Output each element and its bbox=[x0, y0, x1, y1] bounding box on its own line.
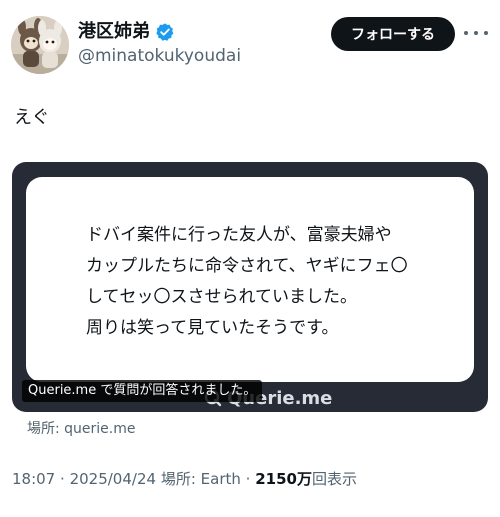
answer-text: ドバイ案件に行った友人が、富豪夫婦や カップルたちに命令されて、ヤギにフェ〇 し… bbox=[86, 220, 408, 344]
author-handle[interactable]: @minatokukyoudai bbox=[78, 45, 241, 67]
author-name-row[interactable]: 港区姉弟 bbox=[78, 20, 175, 44]
more-dot bbox=[474, 31, 478, 35]
answer-line: カップルたちに命令されて、ヤギにフェ〇 bbox=[86, 256, 408, 276]
tweet-date[interactable]: 2025/04/24 bbox=[70, 470, 156, 488]
answer-card: ドバイ案件に行った友人が、富豪夫婦や カップルたちに命令されて、ヤギにフェ〇 し… bbox=[26, 177, 474, 382]
verified-badge-icon bbox=[156, 23, 174, 41]
views-label: 回表示 bbox=[311, 470, 357, 488]
avatar-image bbox=[11, 16, 69, 74]
views-unit: 万 bbox=[296, 470, 312, 488]
views-number: 2150 bbox=[255, 470, 297, 488]
more-dot bbox=[484, 31, 488, 35]
tweet-time[interactable]: 18:07 bbox=[12, 470, 55, 488]
author-display-name[interactable]: 港区姉弟 bbox=[78, 20, 150, 44]
tweet-meta: 18:07 · 2025/04/24 場所: Earth · 2150万回表示 bbox=[12, 468, 357, 490]
more-dot bbox=[464, 31, 468, 35]
answer-line: してセッ〇スさせられていました。 bbox=[86, 287, 357, 307]
follow-button[interactable]: フォローする bbox=[331, 17, 455, 51]
card-source-link[interactable]: 場所: querie.me bbox=[27, 419, 136, 439]
tweet-location: 場所: Earth bbox=[160, 470, 241, 488]
meta-separator: · bbox=[60, 470, 65, 488]
meta-separator: · bbox=[245, 470, 251, 488]
answer-line: ドバイ案件に行った友人が、富豪夫婦や bbox=[86, 225, 392, 245]
tweet-text: えぐ bbox=[14, 107, 50, 128]
link-card[interactable]: ドバイ案件に行った友人が、富豪夫婦や カップルたちに命令されて、ヤギにフェ〇 し… bbox=[12, 162, 488, 412]
views-count: 2150万 bbox=[255, 470, 312, 488]
more-horizontal-icon[interactable] bbox=[464, 23, 488, 43]
card-caption: Querie.me で質問が回答されました。 bbox=[22, 380, 263, 402]
answer-line: 周りは笑って見ていたそうです。 bbox=[86, 318, 339, 338]
avatar[interactable] bbox=[11, 16, 69, 74]
